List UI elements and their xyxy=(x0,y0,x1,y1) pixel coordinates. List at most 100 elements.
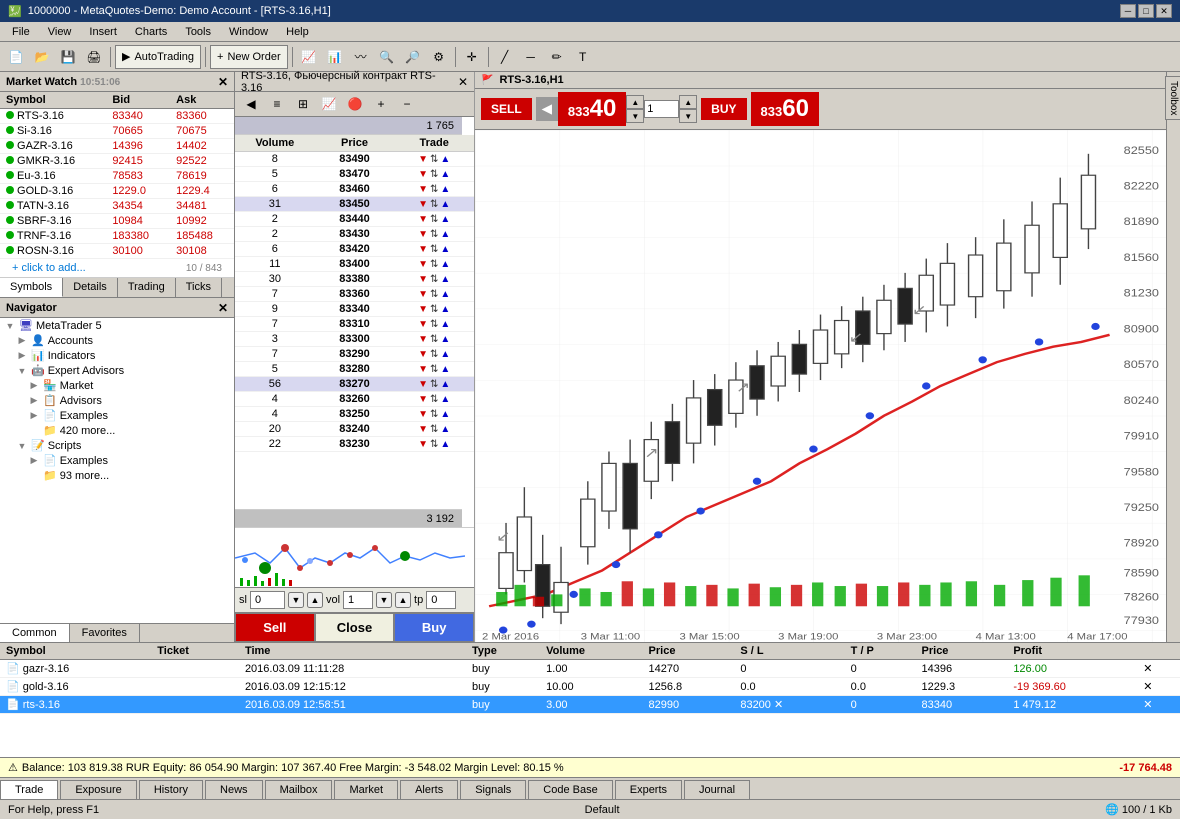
sell-button[interactable]: Sell xyxy=(235,613,315,642)
bottom-tab-experts[interactable]: Experts xyxy=(615,780,682,799)
dom-close[interactable]: ✕ xyxy=(458,75,468,89)
bottom-tab-codebase[interactable]: Code Base xyxy=(528,780,612,799)
positions-row[interactable]: 📄 gold-3.16 2016.03.09 12:15:12 buy 10.0… xyxy=(0,678,1180,696)
dom-sell-arrow[interactable]: ▼ xyxy=(418,349,428,360)
dom-sell-arrow[interactable]: ▼ xyxy=(418,229,428,240)
toolbar-line[interactable]: ╱ xyxy=(493,45,517,69)
dom-sell-arrow[interactable]: ▼ xyxy=(418,379,428,390)
minimize-button[interactable]: ─ xyxy=(1120,4,1136,18)
bottom-tab-market[interactable]: Market xyxy=(334,780,398,799)
dom-buy-arrow[interactable]: ▲ xyxy=(440,199,450,210)
menu-file[interactable]: File xyxy=(4,24,38,40)
dom-zoom-out[interactable]: − xyxy=(395,94,419,114)
dom-sell-arrow[interactable]: ▼ xyxy=(418,319,428,330)
dom-row[interactable]: 4 83260 ▼ ⇅ ▲ xyxy=(235,392,474,407)
dom-buy-arrow[interactable]: ▲ xyxy=(440,334,450,345)
dom-buy-arrow[interactable]: ▲ xyxy=(440,409,450,420)
tree-expert-advisors[interactable]: ▼ 🤖 Expert Advisors xyxy=(0,363,234,378)
sell-price-down-btn[interactable]: ▼ xyxy=(626,109,644,123)
dom-row[interactable]: 22 83230 ▼ ⇅ ▲ xyxy=(235,437,474,452)
toolbar-chart1[interactable]: 📈 xyxy=(297,45,321,69)
bottom-tab-journal[interactable]: Journal xyxy=(684,780,750,799)
pos-close-btn[interactable]: ✕ xyxy=(1137,678,1180,696)
dom-row[interactable]: 6 83420 ▼ ⇅ ▲ xyxy=(235,242,474,257)
toolbar-crosshair[interactable]: ✛ xyxy=(460,45,484,69)
dom-sell-arrow[interactable]: ▼ xyxy=(418,289,428,300)
dom-sell-arrow[interactable]: ▼ xyxy=(418,409,428,420)
dom-row[interactable]: 11 83400 ▼ ⇅ ▲ xyxy=(235,257,474,272)
sl-down-btn[interactable]: ▼ xyxy=(288,592,304,608)
dom-row[interactable]: 56 83270 ▼ ⇅ ▲ xyxy=(235,377,474,392)
market-watch-row[interactable]: SBRF-3.16 10984 10992 xyxy=(0,214,234,229)
menu-tools[interactable]: Tools xyxy=(177,24,219,40)
close-button[interactable]: ✕ xyxy=(1156,4,1172,18)
new-order-button[interactable]: + New Order xyxy=(210,45,288,69)
tree-indicators[interactable]: ▶ 📊 Indicators xyxy=(0,348,234,363)
positions-row[interactable]: 📄 rts-3.16 2016.03.09 12:58:51 buy 3.00 … xyxy=(0,696,1180,714)
dom-buy-arrow[interactable]: ▲ xyxy=(440,214,450,225)
autotrading-button[interactable]: ▶ AutoTrading xyxy=(115,45,201,69)
sl-up-btn[interactable]: ▲ xyxy=(307,592,323,608)
dom-buy-arrow[interactable]: ▲ xyxy=(440,319,450,330)
sell-price-up-btn[interactable]: ▲ xyxy=(626,95,644,109)
tab-trading[interactable]: Trading xyxy=(118,278,176,297)
tree-examples-ea[interactable]: ▶ 📄 Examples xyxy=(0,408,234,423)
sell-lot-input[interactable] xyxy=(644,100,679,118)
dom-row[interactable]: 20 83240 ▼ ⇅ ▲ xyxy=(235,422,474,437)
dom-sell-arrow[interactable]: ▼ xyxy=(418,424,428,435)
dom-btn1[interactable]: ◀ xyxy=(239,94,263,114)
dom-row[interactable]: 30 83380 ▼ ⇅ ▲ xyxy=(235,272,474,287)
dom-btn3[interactable]: ⊞ xyxy=(291,94,315,114)
bottom-tab-trade[interactable]: Trade xyxy=(0,780,58,799)
nav-tab-common[interactable]: Common xyxy=(0,624,70,642)
market-watch-row[interactable]: TRNF-3.16 183380 185488 xyxy=(0,229,234,244)
toolbox-tab[interactable]: Toolbox xyxy=(1165,76,1180,120)
menu-view[interactable]: View xyxy=(40,24,80,40)
dom-row[interactable]: 31 83450 ▼ ⇅ ▲ xyxy=(235,197,474,212)
dom-buy-arrow[interactable]: ▲ xyxy=(440,394,450,405)
tab-details[interactable]: Details xyxy=(63,278,118,297)
menu-window[interactable]: Window xyxy=(221,24,276,40)
dom-buy-arrow[interactable]: ▲ xyxy=(440,184,450,195)
bottom-tab-mailbox[interactable]: Mailbox xyxy=(265,780,333,799)
market-watch-row[interactable]: GOLD-3.16 1229.0 1229.4 xyxy=(0,184,234,199)
vol-input[interactable] xyxy=(343,591,373,609)
dom-sell-arrow[interactable]: ▼ xyxy=(418,334,428,345)
dom-row[interactable]: 7 83310 ▼ ⇅ ▲ xyxy=(235,317,474,332)
pos-close-btn[interactable]: ✕ xyxy=(1137,660,1180,678)
menu-help[interactable]: Help xyxy=(278,24,317,40)
market-watch-row[interactable]: RTS-3.16 83340 83360 xyxy=(0,109,234,124)
bottom-tab-history[interactable]: History xyxy=(139,780,203,799)
dom-sell-arrow[interactable]: ▼ xyxy=(418,199,428,210)
dom-sell-arrow[interactable]: ▼ xyxy=(418,214,428,225)
dom-sell-arrow[interactable]: ▼ xyxy=(418,259,428,270)
dom-row[interactable]: 6 83460 ▼ ⇅ ▲ xyxy=(235,182,474,197)
menu-insert[interactable]: Insert xyxy=(81,24,125,40)
toolbar-open[interactable]: 📂 xyxy=(30,45,54,69)
sl-input[interactable] xyxy=(250,591,285,609)
dom-sell-arrow[interactable]: ▼ xyxy=(418,304,428,315)
bottom-tab-exposure[interactable]: Exposure xyxy=(60,780,136,799)
sell-lot-up-btn[interactable]: ▲ xyxy=(679,95,697,109)
dom-btn2[interactable]: ≡ xyxy=(265,94,289,114)
dom-buy-arrow[interactable]: ▲ xyxy=(440,349,450,360)
toolbar-zoom-out[interactable]: 🔎 xyxy=(401,45,425,69)
dom-buy-arrow[interactable]: ▲ xyxy=(440,154,450,165)
toolbar-text[interactable]: T xyxy=(571,45,595,69)
tab-ticks[interactable]: Ticks xyxy=(176,278,222,297)
toolbar-zoom-in[interactable]: 🔍 xyxy=(375,45,399,69)
dom-sell-arrow[interactable]: ▼ xyxy=(418,274,428,285)
toolbar-hline[interactable]: ─ xyxy=(519,45,543,69)
dom-sell-arrow[interactable]: ▼ xyxy=(418,244,428,255)
close-button[interactable]: Close xyxy=(315,613,395,642)
dom-buy-arrow[interactable]: ▲ xyxy=(440,289,450,300)
dom-row[interactable]: 2 83440 ▼ ⇅ ▲ xyxy=(235,212,474,227)
dom-sell-arrow[interactable]: ▼ xyxy=(418,154,428,165)
market-watch-row[interactable]: GAZR-3.16 14396 14402 xyxy=(0,139,234,154)
market-watch-row[interactable]: Eu-3.16 78583 78619 xyxy=(0,169,234,184)
dom-btn5[interactable]: 🔴 xyxy=(343,94,367,114)
market-watch-row[interactable]: Si-3.16 70665 70675 xyxy=(0,124,234,139)
pos-close-btn[interactable]: ✕ xyxy=(1137,696,1180,714)
tp-input[interactable] xyxy=(426,591,456,609)
toolbar-new[interactable]: 📄 xyxy=(4,45,28,69)
